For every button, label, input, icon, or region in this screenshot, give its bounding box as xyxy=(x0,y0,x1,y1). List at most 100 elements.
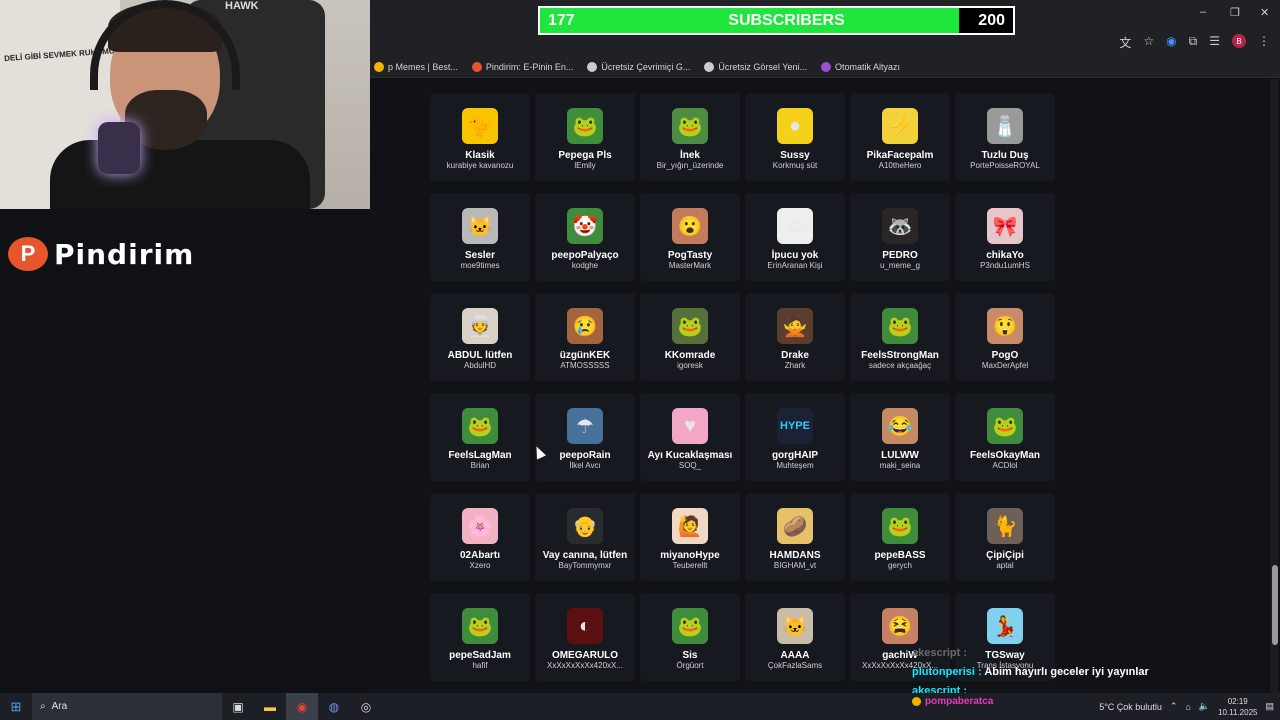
emote-author: İlkel Avcı xyxy=(569,461,601,470)
emote-card[interactable]: 👳 ABDUL lütfen AbdulHD xyxy=(430,293,530,381)
search-icon: ⌕ xyxy=(40,701,46,712)
emote-card[interactable]: 🐸 FeelsLagMan Brian xyxy=(430,393,530,481)
emote-card[interactable]: 🐸 pepeSadJam hafif xyxy=(430,593,530,681)
emote-name: Sis xyxy=(682,650,698,661)
emote-image: 🌸 xyxy=(462,508,498,544)
emote-card[interactable]: 🐸 Pepega Pls lEmily xyxy=(535,93,635,181)
emote-card[interactable]: 🤡 peepoPalyaço kodghe xyxy=(535,193,635,281)
emote-author: maki_seina xyxy=(879,461,921,470)
emote-card[interactable]: ♥ Ayı Kucaklaşması SOQ_ xyxy=(640,393,740,481)
bookmark-item[interactable]: Otomatik Altyazı xyxy=(820,61,900,72)
emote-card[interactable]: ◐ OMEGARULO XxXxXxXxXx420xX... xyxy=(535,593,635,681)
emote-author: P3ndu1umHS xyxy=(980,261,1030,270)
taskbar-search[interactable]: ⌕ Ara xyxy=(32,693,222,720)
emote-card[interactable]: 🐸 KKomrade igoresk xyxy=(640,293,740,381)
emote-card[interactable]: HYPE gorgHAIP Muhteşem xyxy=(745,393,845,481)
emote-card[interactable]: 🎀 chikaYo P3ndu1umHS xyxy=(955,193,1055,281)
microphone xyxy=(98,122,140,174)
bookmark-label: p Memes | Best... xyxy=(388,61,458,72)
weather-text[interactable]: 5°C Çok bulutlu xyxy=(1099,702,1162,712)
star-icon[interactable]: ☆ xyxy=(1143,34,1154,51)
emote-card[interactable]: 🐸 Sis Örgüort xyxy=(640,593,740,681)
emote-card[interactable]: 🥔 HAMDANS BIGHAM_vt xyxy=(745,493,845,581)
emote-card[interactable]: 🐸 FeelsStrongMan sadece akçaağaç xyxy=(850,293,950,381)
emote-name: FeelsOkayMan xyxy=(969,450,1041,461)
clock[interactable]: 02:19 10.11.2025 xyxy=(1218,696,1257,718)
profile-avatar[interactable]: B xyxy=(1232,34,1246,48)
bookmark-item[interactable]: p Memes | Best... xyxy=(374,61,458,72)
bookmark-item[interactable]: Ücretsiz Görsel Yeni... xyxy=(704,61,807,72)
emote-card[interactable]: 🙅 Drake Zhark xyxy=(745,293,845,381)
tray-chevron-icon[interactable]: ⌃ xyxy=(1170,701,1178,712)
emote-card[interactable]: ☂ peepoRain İlkel Avcı xyxy=(535,393,635,481)
bookmarks-bar: p Memes | Best... Pindirim: E-Pinin En...… xyxy=(370,56,1280,78)
emote-image: 😫 xyxy=(882,608,918,644)
emote-card[interactable]: 😲 PogO MaxDerApfel xyxy=(955,293,1055,381)
emote-card[interactable]: 😂 LULWW maki_seina xyxy=(850,393,950,481)
file-explorer-icon[interactable]: ▬ xyxy=(254,693,286,720)
emote-card[interactable]: 🐱 Sesler moe9times xyxy=(430,193,530,281)
emote-name: Ayı Kucaklaşması xyxy=(647,450,733,461)
emote-image: ♥ xyxy=(672,408,708,444)
bookmark-item[interactable]: Ücretsiz Çevrimiçi G... xyxy=(587,61,691,72)
emote-card[interactable]: ☺ İpucu yok ErinAranan Kişi xyxy=(745,193,845,281)
emote-author: Örgüort xyxy=(676,661,704,670)
translate-icon[interactable]: 文 xyxy=(1119,34,1131,51)
emote-card[interactable]: 🌸 02Abartı Xzero xyxy=(430,493,530,581)
emote-author: Brian xyxy=(470,461,490,470)
emote-name: PEDRO xyxy=(882,250,918,261)
volume-icon[interactable]: 🔈 xyxy=(1199,701,1210,712)
bookmark-label: Ücretsiz Çevrimiçi G... xyxy=(601,61,691,72)
emote-name: PogO xyxy=(991,350,1019,361)
emote-image: ☂ xyxy=(567,408,603,444)
chrome-icon[interactable]: ◉ xyxy=(286,693,318,720)
menu-icon[interactable]: ⋮ xyxy=(1258,34,1270,51)
emote-author: ACDlol xyxy=(992,461,1018,470)
emote-card[interactable]: 🐤 Klasik kurabiye kavanozu xyxy=(430,93,530,181)
emote-image: 😂 xyxy=(882,408,918,444)
emote-name: chikaYo xyxy=(986,250,1024,261)
emote-card[interactable]: 🧂 Tuzlu Duş PortePoisseROYAL xyxy=(955,93,1055,181)
discord-icon[interactable]: ◍ xyxy=(318,693,350,720)
emote-card[interactable]: ⚡ PikaFacepalm A10theHero xyxy=(850,93,950,181)
emote-card[interactable]: ● Sussy Korkmuş süt xyxy=(745,93,845,181)
emote-author: SOQ_ xyxy=(678,461,702,470)
emote-card[interactable]: 🐸 İnek Bir_yığın_üzerinde xyxy=(640,93,740,181)
emote-name: İnek xyxy=(679,150,700,161)
extension-icon[interactable]: ◉ xyxy=(1166,34,1176,51)
emote-gallery-page: 🐤 Klasik kurabiye kavanozu 🐸 Pepega Pls lEmil… xyxy=(370,79,1280,693)
search-placeholder: Ara xyxy=(51,701,68,712)
task-view-icon[interactable]: ▣ xyxy=(222,693,254,720)
emote-author: u_meme_g xyxy=(879,261,921,270)
emote-image: 🐱 xyxy=(462,208,498,244)
emote-card[interactable]: 🐸 FeelsOkayMan ACDlol xyxy=(955,393,1055,481)
scrollbar-thumb[interactable] xyxy=(1272,565,1278,645)
emote-name: FeelsLagMan xyxy=(448,450,512,461)
puzzle-icon[interactable]: ⧉ xyxy=(1189,34,1198,51)
network-icon[interactable]: ⌂ xyxy=(1185,702,1190,712)
emote-card[interactable]: 🐈 ÇipiÇipi aptal xyxy=(955,493,1055,581)
obs-icon[interactable]: ◎ xyxy=(350,693,382,720)
chat-message: akescript : xyxy=(912,644,1149,663)
notifications-icon[interactable]: ▤ xyxy=(1265,701,1274,712)
emote-image: 💃 xyxy=(987,608,1023,644)
emote-card[interactable]: 🐸 pepeBASS gerych xyxy=(850,493,950,581)
bookmark-item[interactable]: Pindirim: E-Pinin En... xyxy=(471,61,573,72)
minimize-icon[interactable]: – xyxy=(1200,6,1206,18)
emote-author: gerych xyxy=(887,561,912,570)
emote-card[interactable]: 👴 Vay canına, lütfen BayTommymxr xyxy=(535,493,635,581)
emote-card[interactable]: 😢 üzgünKEK ATMOSSSSS xyxy=(535,293,635,381)
subscriber-goal: 200 xyxy=(978,12,1005,29)
emote-image: 🦝 xyxy=(882,208,918,244)
emote-card[interactable]: 🦝 PEDRO u_meme_g xyxy=(850,193,950,281)
emote-card[interactable]: 🐱 AAAA ÇokFazlaSams xyxy=(745,593,845,681)
media-icon[interactable]: ☰ xyxy=(1209,34,1220,51)
emote-author: BayTommymxr xyxy=(558,561,612,570)
emote-name: Pepega Pls xyxy=(558,150,612,161)
windows-start-icon[interactable]: ⊞ xyxy=(0,693,32,720)
emote-image: 🐸 xyxy=(987,408,1023,444)
emote-card[interactable]: 😮 PogTasty MasterMark xyxy=(640,193,740,281)
emote-card[interactable]: 🙋 miyanoHype Teuberellt xyxy=(640,493,740,581)
restore-icon[interactable]: ❐ xyxy=(1230,6,1240,19)
close-icon[interactable]: ✕ xyxy=(1260,6,1269,19)
